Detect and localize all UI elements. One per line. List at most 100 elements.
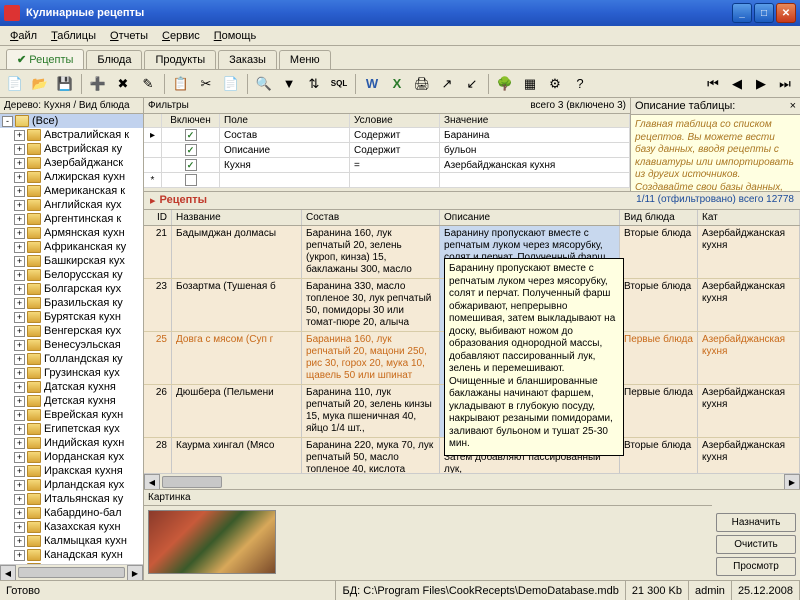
- nav-first-icon[interactable]: ⏮: [702, 73, 724, 95]
- tree-item[interactable]: +Венесуэльская: [0, 338, 143, 352]
- tree-item[interactable]: +Английская кух: [0, 198, 143, 212]
- menu-file[interactable]: ФФайлайл: [4, 28, 43, 44]
- desc-label: Описание таблицы:: [635, 100, 735, 112]
- tb-save-icon[interactable]: 💾: [54, 73, 76, 95]
- tree-item[interactable]: +Ирландская кух: [0, 478, 143, 492]
- nav-next-icon[interactable]: ▶: [750, 73, 772, 95]
- tab-menu[interactable]: Меню: [279, 50, 331, 69]
- tree-body[interactable]: -(Все)+Австралийская к+Австрийская ку+Аз…: [0, 114, 143, 580]
- tb-edit-icon[interactable]: ✎: [137, 73, 159, 95]
- filter-checkbox[interactable]: ✓: [185, 129, 197, 141]
- filter-col-val[interactable]: Значение: [440, 114, 630, 127]
- tree-item[interactable]: +Болгарская кух: [0, 282, 143, 296]
- tree-item[interactable]: +Кабардино-бал: [0, 506, 143, 520]
- menu-reports[interactable]: Отчеты: [104, 28, 154, 44]
- tree-item[interactable]: +Датская кухня: [0, 380, 143, 394]
- grid-hscrollbar[interactable]: ◀▶: [144, 473, 800, 489]
- tb-sql-icon[interactable]: SQL: [328, 73, 350, 95]
- menu-service[interactable]: Сервис: [156, 28, 206, 44]
- tree-item[interactable]: +Австралийская к: [0, 128, 143, 142]
- col-id[interactable]: ID: [144, 210, 172, 225]
- nav-last-icon[interactable]: ⏭: [774, 73, 796, 95]
- tree-item[interactable]: +Казахская кухн: [0, 520, 143, 534]
- filter-row[interactable]: ▸✓СоставСодержитБаранина: [144, 128, 630, 143]
- filter-col-on[interactable]: Включен: [162, 114, 220, 127]
- col-comp[interactable]: Состав: [302, 210, 440, 225]
- tree-item[interactable]: +Армянская кухн: [0, 226, 143, 240]
- tb-export-icon[interactable]: ↗: [436, 73, 458, 95]
- tree-item[interactable]: +Австрийская ку: [0, 142, 143, 156]
- clear-button[interactable]: Очистить: [716, 535, 796, 554]
- tree-item[interactable]: +Итальянская ку: [0, 492, 143, 506]
- tree-item[interactable]: +Иракская кухня: [0, 464, 143, 478]
- tab-dishes[interactable]: Блюда: [86, 50, 142, 69]
- tree-item[interactable]: +Египетская кух: [0, 422, 143, 436]
- tb-import-icon[interactable]: ↙: [461, 73, 483, 95]
- tree-item[interactable]: +Аргентинская к: [0, 212, 143, 226]
- tb-delete-icon[interactable]: ✖: [112, 73, 134, 95]
- view-button[interactable]: Просмотр: [716, 557, 796, 576]
- tb-new-icon[interactable]: 📄: [4, 73, 26, 95]
- tree-item[interactable]: +Азербайджанск: [0, 156, 143, 170]
- minimize-button[interactable]: _: [732, 3, 752, 23]
- filter-checkbox[interactable]: ✓: [185, 159, 197, 171]
- menu-help[interactable]: Помощь: [208, 28, 263, 44]
- nav-prev-icon[interactable]: ◀: [726, 73, 748, 95]
- filters-count: всего 3 (включено 3): [530, 100, 626, 111]
- status-db-path: C:\Program Files\CookRecepts\DemoDatabas…: [363, 585, 619, 597]
- tb-cut-icon[interactable]: ✂: [195, 73, 217, 95]
- tree-item[interactable]: +Алжирская кухн: [0, 170, 143, 184]
- tb-word-icon[interactable]: W: [361, 73, 383, 95]
- tree-item[interactable]: +Грузинская кух: [0, 366, 143, 380]
- tb-copy-icon[interactable]: 📋: [170, 73, 192, 95]
- col-name[interactable]: Название: [172, 210, 302, 225]
- col-type[interactable]: Вид блюда: [620, 210, 698, 225]
- tree-item[interactable]: +Иорданская кух: [0, 450, 143, 464]
- tree-item[interactable]: +Калмыцкая кухн: [0, 534, 143, 548]
- tree-item[interactable]: +Индийская кухн: [0, 436, 143, 450]
- tree-item[interactable]: +Американская к: [0, 184, 143, 198]
- tree-item[interactable]: +Белорусская ку: [0, 268, 143, 282]
- grid-title: Рецепты: [160, 194, 208, 207]
- tb-paste-icon[interactable]: 📄: [220, 73, 242, 95]
- tb-add-icon[interactable]: ➕: [87, 73, 109, 95]
- col-desc[interactable]: Описание: [440, 210, 620, 225]
- recipe-image[interactable]: [148, 510, 276, 574]
- tree-item[interactable]: +Канадская кухн: [0, 548, 143, 562]
- close-button[interactable]: ✕: [776, 3, 796, 23]
- tree-item[interactable]: +Бурятская кухн: [0, 310, 143, 324]
- tab-products[interactable]: Продукты: [144, 50, 216, 69]
- filter-col-cond[interactable]: Условие: [350, 114, 440, 127]
- tb-sort-icon[interactable]: ⇅: [303, 73, 325, 95]
- tree-item[interactable]: +Башкирская кух: [0, 254, 143, 268]
- tb-excel-icon[interactable]: X: [386, 73, 408, 95]
- filter-row[interactable]: ✓Кухня=Азербайджанская кухня: [144, 158, 630, 173]
- tree-item[interactable]: +Венгерская кух: [0, 324, 143, 338]
- tab-recipes[interactable]: ✔Рецепты: [6, 49, 84, 69]
- tree-item[interactable]: +Детская кухня: [0, 394, 143, 408]
- tree-root[interactable]: -(Все): [0, 114, 143, 128]
- tb-tree-icon[interactable]: 🌳: [494, 73, 516, 95]
- tb-help-icon[interactable]: ?: [569, 73, 591, 95]
- tb-filter-icon[interactable]: ▼: [278, 73, 300, 95]
- assign-button[interactable]: Назначить: [716, 513, 796, 532]
- tree-item[interactable]: +Еврейская кухн: [0, 408, 143, 422]
- desc-close-icon[interactable]: ×: [790, 100, 796, 112]
- filter-row[interactable]: ✓ОписаниеСодержитбульон: [144, 143, 630, 158]
- status-user: admin: [689, 581, 732, 600]
- filter-col-field[interactable]: Поле: [220, 114, 350, 127]
- tree-item[interactable]: +Голландская ку: [0, 352, 143, 366]
- maximize-button[interactable]: □: [754, 3, 774, 23]
- filter-checkbox[interactable]: ✓: [185, 144, 197, 156]
- tab-orders[interactable]: Заказы: [218, 50, 277, 69]
- menu-tables[interactable]: Таблицы: [45, 28, 102, 44]
- tree-item[interactable]: +Африканская ку: [0, 240, 143, 254]
- tb-columns-icon[interactable]: ▦: [519, 73, 541, 95]
- tree-hscrollbar[interactable]: ◀▶: [0, 564, 143, 580]
- col-cat[interactable]: Кат: [698, 210, 800, 225]
- tree-item[interactable]: +Бразильская ку: [0, 296, 143, 310]
- tb-open-icon[interactable]: 📂: [29, 73, 51, 95]
- tb-print-icon[interactable]: 🖨: [411, 73, 433, 95]
- tb-settings-icon[interactable]: ⚙: [544, 73, 566, 95]
- tb-find-icon[interactable]: 🔍: [253, 73, 275, 95]
